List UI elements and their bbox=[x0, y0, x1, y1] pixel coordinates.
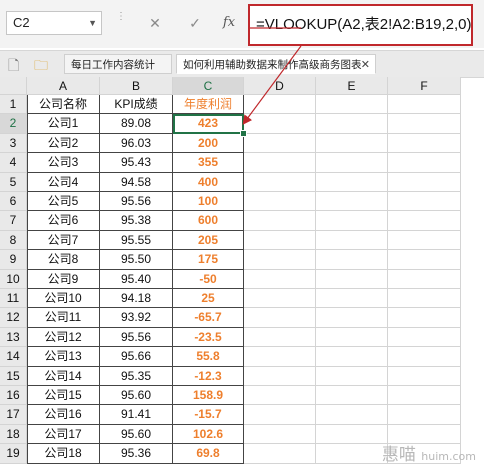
callout-arrow-line bbox=[242, 45, 302, 125]
watermark-url: huim.com bbox=[421, 450, 476, 463]
callout-arrow bbox=[242, 27, 302, 125]
watermark: 惠喵 huim.com bbox=[382, 440, 476, 465]
watermark-text: 惠喵 bbox=[381, 445, 416, 465]
